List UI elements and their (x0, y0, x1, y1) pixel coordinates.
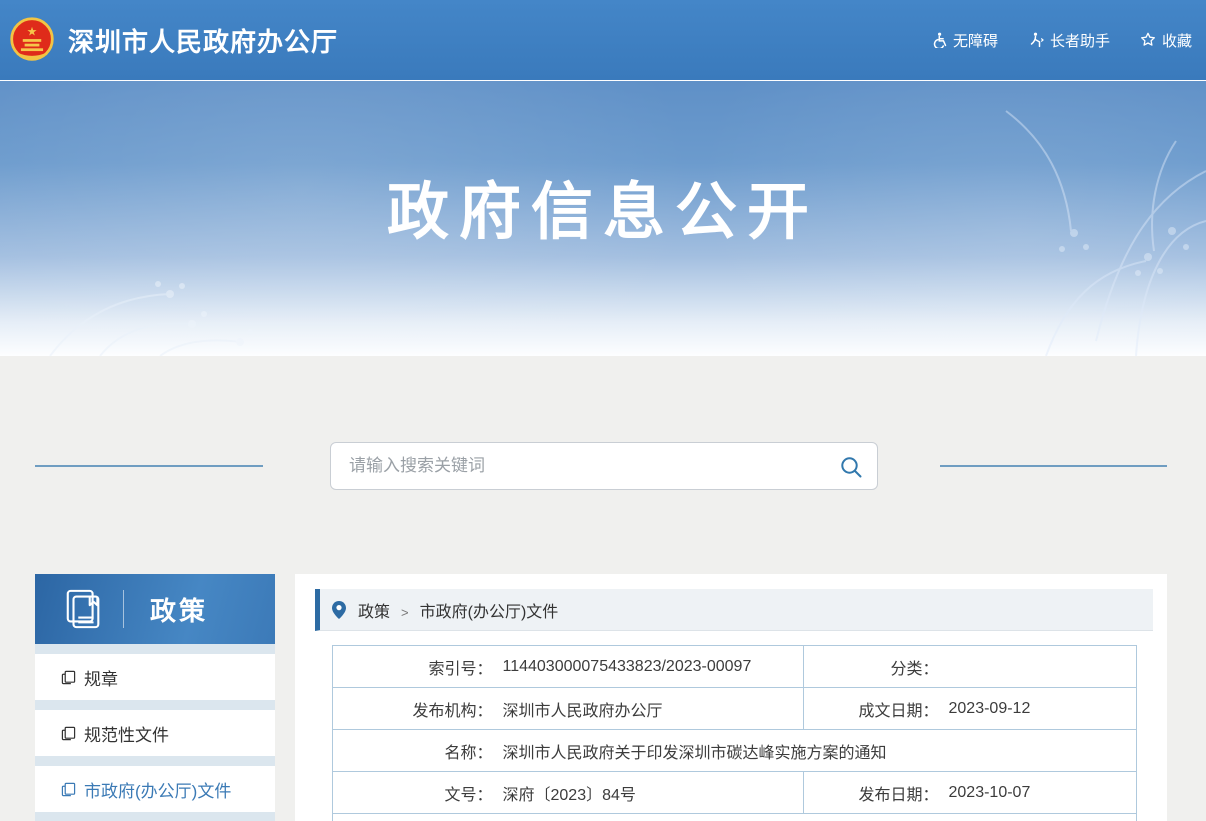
table-cell: 发布日期： 2023-10-07 (803, 772, 1136, 813)
field-label: 分类： (804, 655, 939, 679)
table-cell: 名称： 深圳市人民政府关于印发深圳市碳达峰实施方案的通知 (333, 730, 1136, 771)
table-cell: 发布机构： 深圳市人民政府办公厅 (333, 688, 803, 729)
star-icon (1140, 32, 1156, 48)
site-title: 深圳市人民政府办公厅 (68, 22, 338, 59)
top-link-star[interactable]: 收藏 (1140, 30, 1192, 51)
field-label: 名称： (333, 739, 493, 763)
national-emblem-logo: ★ (8, 16, 56, 64)
search-input[interactable] (331, 443, 877, 489)
top-link-label: 长者助手 (1050, 30, 1110, 51)
field-label: 文号： (333, 781, 493, 805)
document-icon (61, 726, 76, 741)
top-bar: ★ 深圳市人民政府办公厅 无障碍 长者助手 收藏 (0, 0, 1206, 80)
breadcrumb-separator: > (401, 605, 409, 620)
elder-assistant-icon (1028, 32, 1044, 48)
top-link-label: 收藏 (1162, 30, 1192, 51)
policy-book-icon (63, 588, 105, 630)
sidebar-title: 政策 (150, 591, 208, 628)
table-row: 索引号： 114403000075433823/2023-00097 分类： (333, 646, 1136, 688)
top-link-elder-assistant[interactable]: 长者助手 (1028, 30, 1110, 51)
sidebar: 政策 规章规范性文件市政府(办公厅)文件 (35, 574, 275, 821)
document-info-table: 索引号：114403000075433823/2023-00097分类：发布机构… (332, 645, 1137, 821)
breadcrumb-item[interactable]: 市政府(办公厅)文件 (420, 604, 559, 621)
sidebar-item-label: 规章 (84, 665, 118, 690)
table-cell: 成文日期： 2023-09-12 (803, 688, 1136, 729)
top-link-accessibility[interactable]: 无障碍 (931, 30, 998, 51)
page: ★ 深圳市人民政府办公厅 无障碍 长者助手 收藏 (0, 0, 1206, 821)
location-pin-icon (332, 601, 346, 619)
field-value: 2023-10-07 (949, 784, 1031, 802)
search-icon (839, 455, 863, 479)
field-value: 深府〔2023〕84号 (503, 781, 636, 805)
table-row: 发布机构： 深圳市人民政府办公厅 成文日期： 2023-09-12 (333, 688, 1136, 730)
table-cell: 索引号： 114403000075433823/2023-00097 (333, 646, 803, 687)
search-button[interactable] (839, 455, 863, 479)
main-panel: 政策 > 市政府(办公厅)文件 索引号： 114403000075433823/202… (295, 574, 1167, 821)
table-row: 文号： 深府〔2023〕84号 发布日期： 2023-10-07 (333, 772, 1136, 814)
sidebar-item[interactable]: 规章 (35, 654, 275, 700)
page-title: 政府信息公开 (0, 81, 1206, 251)
sidebar-item[interactable]: 规范性文件 (35, 710, 275, 756)
breadcrumb-items: 政策 > 市政府(办公厅)文件 (358, 598, 558, 622)
field-label: 成文日期： (804, 697, 939, 721)
sidebar-header: 政策 (35, 574, 275, 644)
field-label: 发布机构： (333, 697, 493, 721)
breadcrumb-item[interactable]: 政策 (358, 604, 390, 621)
document-icon (61, 670, 76, 685)
table-cell: 文号： 深府〔2023〕84号 (333, 772, 803, 813)
sidebar-item-label: 市政府(办公厅)文件 (84, 777, 231, 802)
sidebar-item[interactable]: 市政府(办公厅)文件 (35, 766, 275, 812)
document-icon (61, 782, 76, 797)
sidebar-header-divider (123, 590, 124, 628)
field-value: 114403000075433823/2023-00097 (503, 658, 752, 676)
table-cell: 分类： (803, 646, 1136, 687)
accessibility-icon (931, 32, 947, 48)
table-row: 名称： 深圳市人民政府关于印发深圳市碳达峰实施方案的通知 (333, 730, 1136, 772)
field-label: 索引号： (333, 655, 493, 679)
search-box (330, 442, 878, 490)
field-value: 深圳市人民政府关于印发深圳市碳达峰实施方案的通知 (503, 739, 887, 763)
branch-decoration (40, 246, 260, 356)
field-value: 深圳市人民政府办公厅 (503, 697, 663, 721)
banner: 政府信息公开 (0, 80, 1206, 356)
field-label: 发布日期： (804, 781, 939, 805)
top-link-label: 无障碍 (953, 30, 998, 51)
content-area: 政策 规章规范性文件市政府(办公厅)文件 政策>市政府(办公厅)文件 索引号：1… (35, 574, 1206, 821)
svg-text:★: ★ (27, 24, 38, 38)
sidebar-menu: 规章规范性文件市政府(办公厅)文件 (35, 644, 275, 821)
breadcrumb: 政策 > 市政府(办公厅)文件 (315, 589, 1153, 631)
top-links: 无障碍 长者助手 收藏 (931, 30, 1192, 51)
left-divider-line (35, 465, 263, 467)
right-divider-line (940, 465, 1167, 467)
field-value: 2023-09-12 (949, 700, 1031, 718)
sidebar-item-label: 规范性文件 (84, 721, 169, 746)
search-section (0, 442, 1206, 490)
